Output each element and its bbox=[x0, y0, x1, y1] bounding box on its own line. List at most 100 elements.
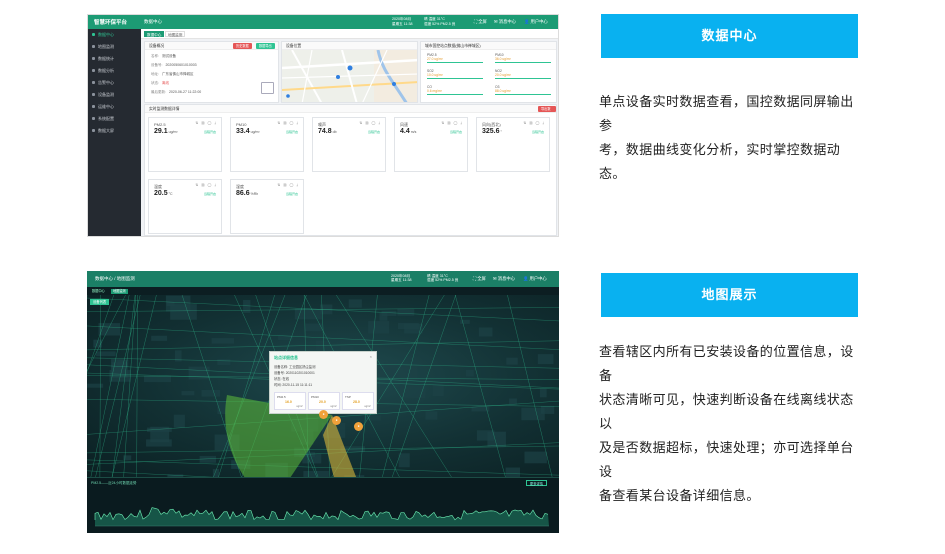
popup-row: 设备名称: 工业园区扬尘监测 bbox=[274, 365, 316, 369]
aqi-item: PM2.5 27.0 ug/m³ bbox=[427, 53, 483, 64]
tool-icons[interactable]: ⇅ ▥ ◯ ⤓ bbox=[523, 121, 545, 125]
tool-icons[interactable]: ⇅ ▥ ◯ ⤓ bbox=[277, 183, 299, 187]
data-center-screenshot: 智慧环保平台 数据中心 2020年08月 星期五 11:38 晴 温度 31°C 湿… bbox=[87, 14, 559, 237]
export-button[interactable]: 数据导出 bbox=[256, 43, 275, 49]
info-row: 名称: 测试设备 bbox=[151, 54, 176, 58]
menu-icon bbox=[92, 57, 95, 61]
metric-card[interactable]: 湿度 ⇅ ▥ ◯ ⤓ 86.6%Rh 远程开启 bbox=[230, 179, 304, 234]
menu-icon bbox=[92, 33, 95, 37]
location-map[interactable] bbox=[282, 50, 418, 103]
sidebar-item[interactable]: 地图监测 bbox=[88, 41, 141, 53]
menu-icon bbox=[92, 117, 95, 121]
tool-icons[interactable]: ⇅ ▥ ◯ ⤓ bbox=[359, 121, 381, 125]
tab-map-monitor[interactable]: 地图监测 bbox=[165, 31, 186, 37]
metric-card[interactable]: PM10 ⇅ ▥ ◯ ⤓ 33.4ug/m³ 远程开启 bbox=[230, 117, 304, 172]
level-bar bbox=[495, 77, 551, 80]
metric-card[interactable]: 温度 ⇅ ▥ ◯ ⤓ 20.5°C 远程开启 bbox=[148, 179, 222, 234]
pm25-trend-line bbox=[94, 507, 549, 527]
metric-value: 74.8db bbox=[318, 128, 337, 135]
status-badge: 远程开启 bbox=[367, 130, 380, 134]
device-marker[interactable]: ● bbox=[332, 416, 341, 425]
metric-value: 4.4m/s bbox=[400, 128, 417, 135]
sidebar-item[interactable]: 系统配置 bbox=[88, 113, 141, 125]
info-row: 地址: 广东省佛山市禅城区 bbox=[151, 72, 194, 76]
sidebar: 数据中心 地图监测 数据统计 数据分析 告警中心 设备监测 运维中心 系统配置 数据大屏 bbox=[88, 29, 141, 236]
popup-row: 设备号: 2020110201010001 bbox=[274, 371, 315, 375]
tool-icons[interactable]: ⇅ ▥ ◯ ⤓ bbox=[195, 183, 217, 187]
sidebar-item[interactable]: 数据分析 bbox=[88, 65, 141, 77]
aqi-item: NO2 20.0 ug/m³ bbox=[495, 69, 551, 80]
aqi-item: CO 0.6 mg/m³ bbox=[427, 85, 483, 96]
user-menu-button[interactable]: 👤 用户中心 bbox=[524, 19, 548, 25]
panel-title: 实时监测数据详情 bbox=[145, 105, 556, 113]
device-location-panel: 设备位置 bbox=[281, 41, 418, 103]
tab-data-center[interactable]: 数据中心 bbox=[144, 31, 165, 37]
map-display-description: 查看辖区内所有已安装设备的位置信息，设备 状态清晰可见，快速判断设备在线离线状态… bbox=[599, 344, 854, 503]
metric-name: PM10 bbox=[236, 122, 247, 127]
national-station-panel: 城市国控站点数据(佛山市禅城区) PM2.5 27.0 ug/m³ PM10 36.0… bbox=[420, 41, 557, 103]
level-bar bbox=[427, 93, 483, 96]
metric-value: 86.6%Rh bbox=[236, 190, 259, 197]
popup-title: 站点详细信息 bbox=[274, 355, 298, 360]
sidebar-item[interactable]: 数据中心 bbox=[88, 29, 141, 41]
fullscreen-button[interactable]: ⛶ 全屏 bbox=[473, 276, 486, 282]
status-badge: 远程开启 bbox=[203, 130, 216, 134]
device-info-panel: 设备概况 历史数据 数据导出 名称: 测试设备 设备号: 2020050601010… bbox=[144, 41, 279, 103]
menu-icon bbox=[92, 105, 95, 109]
tab-map-monitor[interactable]: 地图监测 bbox=[111, 288, 128, 294]
panel-title: 城市国控站点数据(佛山市禅城区) bbox=[421, 42, 556, 50]
trend-chart-panel: PM2.5——近24小时数据走势 更多详情 bbox=[87, 477, 559, 533]
popup-metric: PM10 20.0 ug/m³ bbox=[308, 392, 340, 410]
popup-metric: TSP 28.0 ug/m³ bbox=[342, 392, 374, 410]
level-bar bbox=[495, 61, 551, 64]
menu-icon bbox=[92, 93, 95, 97]
top-bar: 数据中心 / 地图监测 2020年08月 星期五 11:38 晴 温度 31°C 湿… bbox=[87, 271, 559, 287]
tool-icons[interactable]: ⇅ ▥ ◯ ⤓ bbox=[195, 121, 217, 125]
history-button[interactable]: 历史数据 bbox=[233, 43, 252, 49]
sidebar-item[interactable]: 数据统计 bbox=[88, 53, 141, 65]
panel-title: 设备位置 bbox=[282, 42, 417, 50]
metric-card[interactable]: 噪声 ⇅ ▥ ◯ ⤓ 74.8db 远程开启 bbox=[312, 117, 386, 172]
device-marker[interactable]: ● bbox=[354, 422, 363, 431]
station-detail-popup: 站点详细信息 × 设备名称: 工业园区扬尘监测 设备号: 20201102010… bbox=[269, 351, 377, 414]
tab-bar: 数据中心 地图监测 bbox=[141, 29, 558, 39]
message-button[interactable]: ✉ 消息中心 bbox=[494, 19, 516, 25]
sidebar-item[interactable]: 告警中心 bbox=[88, 77, 141, 89]
data-center-heading: 数据中心 bbox=[601, 14, 858, 58]
metric-card[interactable]: 风速 ⇅ ▥ ◯ ⤓ 4.4m/s 远程开启 bbox=[394, 117, 468, 172]
fullscreen-button[interactable]: ⛶ 全屏 bbox=[474, 19, 487, 25]
popup-row: 状态: 在线 bbox=[274, 377, 290, 381]
metric-card[interactable]: 风向(西北) ⇅ ▥ ◯ ⤓ 325.6° 远程开启 bbox=[476, 117, 550, 172]
metric-card[interactable]: PM2.5 ⇅ ▥ ◯ ⤓ 29.1ug/m³ 远程开启 bbox=[148, 117, 222, 172]
user-menu-button[interactable]: 👤 用户中心 bbox=[523, 276, 547, 282]
sidebar-item[interactable]: 数据大屏 bbox=[88, 125, 141, 137]
menu-icon bbox=[92, 69, 95, 73]
weather-readout: 晴 温度 31°C 湿度 52% PM2.5 良 bbox=[427, 273, 459, 283]
message-button[interactable]: ✉ 消息中心 bbox=[493, 276, 515, 282]
close-icon[interactable]: × bbox=[370, 354, 372, 359]
page: 智慧环保平台 数据中心 2020年08月 星期五 11:38 晴 温度 31°C 湿… bbox=[0, 0, 945, 554]
tab-data-center[interactable]: 数据中心 bbox=[90, 289, 107, 294]
metric-value: 325.6° bbox=[482, 128, 502, 135]
export-data-button[interactable]: 导出数据 bbox=[538, 106, 556, 117]
metric-value: 29.1ug/m³ bbox=[154, 128, 178, 135]
status-badge: 远程开启 bbox=[203, 192, 216, 196]
sidebar-item[interactable]: 运维中心 bbox=[88, 101, 141, 113]
tool-icons[interactable]: ⇅ ▥ ◯ ⤓ bbox=[277, 121, 299, 125]
status-badge: 远程开启 bbox=[449, 130, 462, 134]
metric-name: PM2.5 bbox=[154, 122, 166, 127]
date-readout: 2020年08月 星期五 11:38 bbox=[391, 273, 412, 283]
device-icon bbox=[261, 82, 274, 94]
map-display-heading: 地图展示 bbox=[601, 273, 858, 317]
aqi-item: PM10 36.0 ug/m³ bbox=[495, 53, 551, 64]
brand-logo: 智慧环保平台 bbox=[94, 20, 128, 26]
device-list-button[interactable]: 设备列表 bbox=[90, 299, 110, 305]
tool-icons[interactable]: ⇅ ▥ ◯ ⤓ bbox=[441, 121, 463, 125]
realtime-data-panel: 实时监测数据详情 导出数据 PM2.5 ⇅ ▥ ◯ ⤓ 29.1ug/m³ 远程开启 P… bbox=[144, 104, 557, 236]
level-bar bbox=[427, 77, 483, 80]
breadcrumb[interactable]: 数据中心 bbox=[144, 19, 162, 25]
sidebar-item[interactable]: 设备监测 bbox=[88, 89, 141, 101]
device-marker[interactable]: ● bbox=[319, 410, 328, 419]
menu-icon bbox=[92, 129, 95, 133]
breadcrumb[interactable]: 数据中心 / 地图监测 bbox=[95, 276, 135, 282]
